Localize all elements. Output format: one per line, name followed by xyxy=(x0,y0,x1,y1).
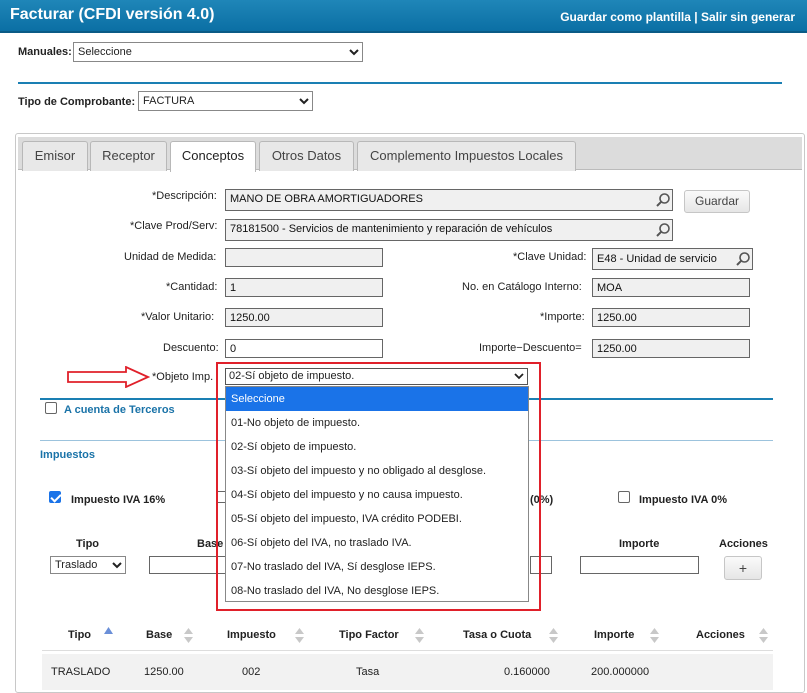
sort-icon[interactable] xyxy=(650,628,659,643)
tab-emisor[interactable]: Emisor xyxy=(22,141,88,171)
importe-label: *Importe: xyxy=(540,311,585,323)
add-tax-button[interactable]: + xyxy=(724,556,762,580)
guardar-button[interactable]: Guardar xyxy=(684,190,750,213)
tipo-comprobante-select[interactable]: FACTURA xyxy=(138,91,313,111)
exit-without-generating-link[interactable]: Salir sin generar xyxy=(701,10,795,24)
header-links: Guardar como plantilla | Salir sin gener… xyxy=(560,10,795,24)
divider xyxy=(42,650,773,651)
impuestos-title: Impuestos xyxy=(40,449,96,461)
descuento-label: Descuento: xyxy=(163,342,219,354)
search-icon[interactable] xyxy=(655,192,671,208)
terceros-checkbox[interactable] xyxy=(45,402,57,414)
divider xyxy=(18,82,782,84)
cell-base: 1250.00 xyxy=(144,666,184,678)
importe-input[interactable]: 1250.00 xyxy=(592,308,750,327)
col-header-impuesto[interactable]: Impuesto xyxy=(227,629,276,641)
tab-otros-datos[interactable]: Otros Datos xyxy=(259,141,354,171)
tipo-label: Tipo xyxy=(76,538,100,550)
col-header-tipo[interactable]: Tipo xyxy=(68,629,91,641)
cell-impuesto: 002 xyxy=(242,666,261,678)
cell-importe: 200.000000 xyxy=(591,666,650,678)
descripcion-label: *Descripción: xyxy=(152,190,217,202)
tab-complemento-impuestos-locales[interactable]: Complemento Impuestos Locales xyxy=(357,141,576,171)
acciones-label: Acciones xyxy=(719,538,768,550)
iva0-checkbox[interactable] xyxy=(618,491,630,503)
sort-icon[interactable] xyxy=(184,628,193,643)
sort-asc-icon[interactable] xyxy=(104,627,113,634)
importe-descuento-input[interactable]: 1250.00 xyxy=(592,339,750,358)
manuales-label: Manuales: xyxy=(18,46,72,58)
page-title: Facturar (CFDI versión 4.0) xyxy=(10,6,215,23)
sort-icon[interactable] xyxy=(415,628,424,643)
iva16-label: Impuesto IVA 16% xyxy=(71,494,166,506)
importe-tax-input[interactable] xyxy=(580,556,699,574)
link-separator: | xyxy=(690,10,701,24)
importe-descuento-label: Importe−Descuento= xyxy=(479,342,582,354)
arrow-annotation-icon xyxy=(67,366,150,388)
unidad-medida-input[interactable] xyxy=(225,248,383,267)
iva0-label: Impuesto IVA 0% xyxy=(639,494,728,506)
cell-tipo: TRASLADO xyxy=(51,666,111,678)
col-header-tasa-cuota[interactable]: Tasa o Cuota xyxy=(463,629,531,641)
title-bar: Facturar (CFDI versión 4.0) Guardar como… xyxy=(0,0,807,33)
valor-unitario-label: *Valor Unitario: xyxy=(141,311,215,323)
importe-tax-label: Importe xyxy=(619,538,660,550)
cantidad-input[interactable]: 1 xyxy=(225,278,383,297)
clave-prod-input[interactable]: 78181500 - Servicios de mantenimiento y … xyxy=(225,219,673,241)
descuento-input[interactable]: 0 xyxy=(225,339,383,358)
sort-icon[interactable] xyxy=(759,628,768,643)
terceros-label: A cuenta de Terceros xyxy=(64,404,175,416)
no-catalogo-input[interactable]: MOA xyxy=(592,278,750,297)
unidad-medida-label: Unidad de Medida: xyxy=(124,251,217,263)
descripcion-input[interactable]: MANO DE OBRA AMORTIGUADORES xyxy=(225,189,673,211)
valor-unitario-input[interactable]: 1250.00 xyxy=(225,308,383,327)
search-icon[interactable] xyxy=(735,251,751,267)
col-header-tipo-factor[interactable]: Tipo Factor xyxy=(339,629,399,641)
col-header-base[interactable]: Base xyxy=(146,629,172,641)
sort-icon[interactable] xyxy=(295,628,304,643)
highlight-box xyxy=(216,362,541,611)
tab-conceptos[interactable]: Conceptos xyxy=(170,141,256,172)
tipo-select[interactable]: Traslado xyxy=(50,556,126,574)
cell-tasa-cuota: 0.160000 xyxy=(504,666,550,678)
save-template-link[interactable]: Guardar como plantilla xyxy=(560,10,691,24)
cell-tipo-factor: Tasa xyxy=(356,666,380,678)
search-icon[interactable] xyxy=(655,222,671,238)
sort-icon[interactable] xyxy=(549,628,558,643)
col-header-acciones: Acciones xyxy=(696,629,745,641)
tipo-comprobante-label: Tipo de Comprobante: xyxy=(18,96,136,108)
clave-unidad-input[interactable]: E48 - Unidad de servicio xyxy=(592,248,753,270)
cantidad-label: *Cantidad: xyxy=(166,281,218,293)
clave-prod-label: *Clave Prod/Serv: xyxy=(130,220,218,232)
objeto-imp-label: *Objeto Imp. xyxy=(152,371,214,383)
tab-receptor[interactable]: Receptor xyxy=(90,141,167,171)
clave-unidad-label: *Clave Unidad: xyxy=(513,251,587,263)
no-catalogo-label: No. en Catálogo Interno: xyxy=(462,281,582,293)
manuales-select[interactable]: Seleccione xyxy=(73,42,363,62)
iva16-checkbox[interactable] xyxy=(49,491,61,503)
col-header-importe[interactable]: Importe xyxy=(594,629,634,641)
